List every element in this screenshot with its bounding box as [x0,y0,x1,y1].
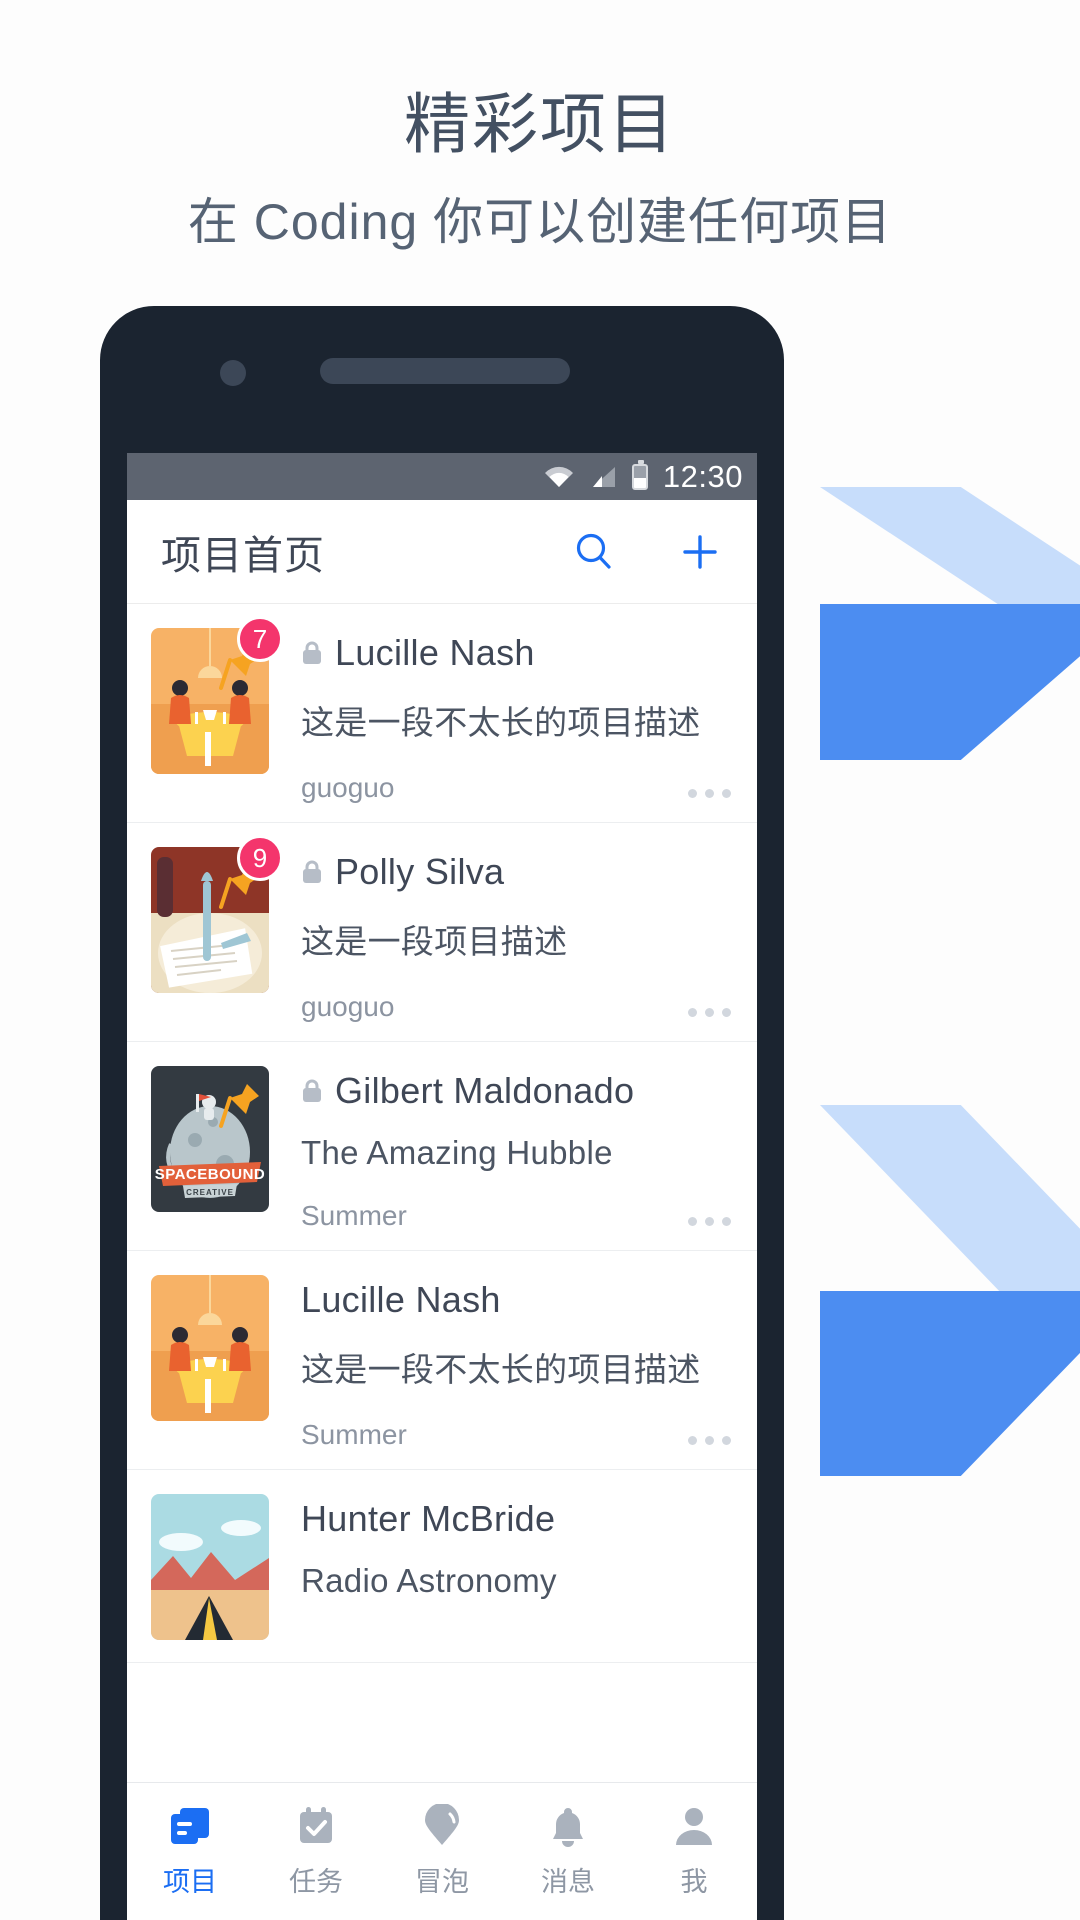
chevron-decoration-top-dark [820,604,1080,760]
status-badge: 7 [237,616,283,662]
table-row[interactable]: 9 Polly Silva 这是一段项目描述 guoguo [127,823,757,1042]
project-owner: Summer [301,1419,407,1450]
page-subtitle: 在 Coding 你可以创建任何项目 [187,194,893,250]
tab-label: 项目 [163,1867,217,1897]
tab-label: 消息 [541,1867,595,1897]
project-name: Lucille Nash [301,1279,501,1320]
project-thumbnail [151,1275,269,1421]
battery-icon [631,459,648,490]
project-description: 这是一段不太长的项目描述 [301,1351,701,1388]
more-options-icon[interactable] [688,1217,731,1226]
tab-me[interactable]: 我 [631,1804,757,1899]
phone-screen: 12:30 项目首页 7 Lucille Nash 这是一段不太长的项目描述 g… [127,453,757,1920]
project-name: Hunter McBride [301,1498,556,1539]
more-options-icon[interactable] [688,1008,731,1017]
pin-icon [219,1084,259,1128]
project-list: 7 Lucille Nash 这是一段不太长的项目描述 guoguo 9 Pol… [127,604,757,1663]
table-row[interactable]: Lucille Nash 这是一段不太长的项目描述 Summer [127,1251,757,1470]
project-owner: Summer [301,1200,407,1231]
project-name: Polly Silva [335,851,505,892]
project-owner: guoguo [301,991,395,1022]
tab-label: 任务 [289,1867,343,1897]
more-options-icon[interactable] [688,1436,731,1445]
app-bar-title: 项目首页 [161,533,325,578]
table-row[interactable]: SPACEBOUND CREATIVE Gilbert Maldonado Th… [127,1042,757,1251]
tab-projects[interactable]: 项目 [127,1804,253,1899]
tab-tasks[interactable]: 任务 [253,1804,379,1899]
chevron-decoration-bottom-dark [820,1291,1080,1476]
status-badge: 9 [237,835,283,881]
table-row[interactable]: 7 Lucille Nash 这是一段不太长的项目描述 guoguo [127,604,757,823]
chevron-decoration-top-light [820,487,1080,605]
page-title: 精彩项目 [404,87,676,161]
tab-bubble[interactable]: 冒泡 [379,1804,505,1899]
status-bar: 12:30 [127,453,757,500]
front-camera-icon [220,360,246,386]
plus-icon[interactable] [677,529,723,575]
project-name: Gilbert Maldonado [335,1070,635,1111]
project-name: Lucille Nash [335,632,535,673]
svg-text:CREATIVE: CREATIVE [186,1188,234,1197]
project-thumbnail [151,1494,269,1640]
phone-mockup: 12:30 项目首页 7 Lucille Nash 这是一段不太长的项目描述 g… [100,306,784,1920]
status-bar-clock: 12:30 [662,458,743,494]
lock-icon [303,1079,321,1102]
project-description: 这是一段不太长的项目描述 [301,704,701,741]
chevron-decoration-bottom-light [820,1105,1080,1291]
project-description: Radio Astronomy [301,1562,557,1599]
person-icon [671,1804,717,1850]
projects-icon [167,1804,213,1850]
lock-icon [303,641,321,664]
search-icon[interactable] [571,529,617,575]
project-owner: guoguo [301,772,395,803]
promo-page: 精彩项目 在 Coding 你可以创建任何项目 12:30 项目首页 7 Luc… [0,0,1080,1920]
tab-messages[interactable]: 消息 [505,1804,631,1899]
tab-label: 冒泡 [415,1867,469,1897]
bell-icon [545,1804,591,1850]
task-calendar-icon [293,1804,339,1850]
lock-icon [303,860,321,883]
project-description: The Amazing Hubble [301,1134,613,1171]
earpiece-speaker [320,358,570,384]
app-bar: 项目首页 [127,500,757,604]
project-description: 这是一段项目描述 [301,923,568,960]
wifi-icon [544,466,574,488]
bottom-tab-bar: 项目 任务 冒泡 消息 我 [127,1782,757,1920]
cellular-signal-icon [589,465,617,489]
more-options-icon[interactable] [688,789,731,798]
table-row[interactable]: Hunter McBride Radio Astronomy [127,1470,757,1663]
svg-text:SPACEBOUND: SPACEBOUND [155,1166,266,1183]
bubble-pin-icon [419,1804,465,1850]
tab-label: 我 [680,1867,708,1897]
